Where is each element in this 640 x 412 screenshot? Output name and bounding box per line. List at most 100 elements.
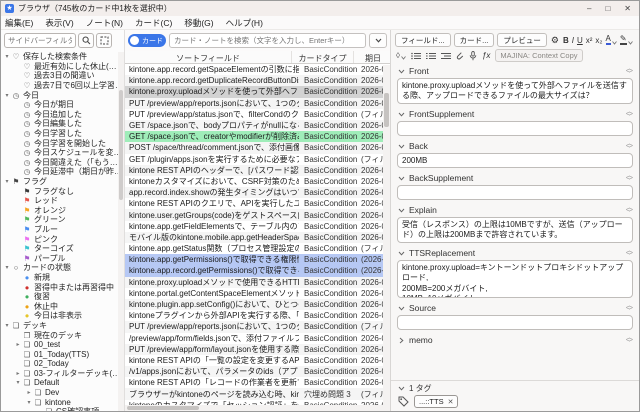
table-row[interactable]: PUT /preview/app/form/layout.jsonを使用する際、… xyxy=(125,343,390,355)
attach-button[interactable] xyxy=(456,51,464,61)
html-editor-toggle-icon[interactable]: <> xyxy=(626,175,633,182)
sidebar-item[interactable]: ▾ ○ カードの状態 xyxy=(1,263,124,273)
table-row[interactable]: app.record.index.showの発生タイミングはいつですか？ また、… xyxy=(125,187,390,199)
tag-pill[interactable]: ...::TTS ✕ xyxy=(414,395,459,408)
html-editor-toggle-icon[interactable]: <> xyxy=(626,305,633,312)
menu-item[interactable]: カード(C) xyxy=(135,17,172,29)
column-header-card-type[interactable]: カードタイプ xyxy=(292,51,354,63)
cards-notes-toggle[interactable]: カード xyxy=(128,34,166,47)
ordered-list-button[interactable] xyxy=(425,52,436,60)
table-row[interactable]: kintone.proxy.uploadメソッドで使用できるHTTPメソッドは？… xyxy=(125,276,390,288)
italic-button[interactable]: I xyxy=(572,36,574,45)
expand-arrow-icon[interactable]: ▸ xyxy=(14,341,22,348)
collapse-arrow-icon[interactable]: ▾ xyxy=(14,379,22,386)
table-row[interactable]: POST /space/thread/comment.jsonで、添付画像のwi… xyxy=(125,142,390,154)
highlight-color-button[interactable]: ✎ xyxy=(619,35,633,45)
field-header-BackSupplement[interactable]: BackSupplement <> xyxy=(391,171,639,185)
equation-button[interactable]: ƒx xyxy=(482,51,490,60)
html-editor-toggle-icon[interactable]: <> xyxy=(626,207,633,214)
majina-context-copy-button[interactable]: MAJINA: Context Copy xyxy=(495,49,583,62)
table-row[interactable]: kintone.portal.getContentSpaceElementメソッ… xyxy=(125,288,390,299)
superscript-button[interactable]: x² xyxy=(586,36,593,45)
preview-button[interactable]: プレビュー xyxy=(497,33,547,47)
indent-button[interactable] xyxy=(440,52,451,60)
sidebar-item[interactable]: ⚑ グリーン xyxy=(1,215,124,225)
html-editor-toggle-icon[interactable]: <> xyxy=(626,111,633,118)
field-input-BackSupplement[interactable] xyxy=(397,185,633,200)
field-input-Source[interactable] xyxy=(397,315,633,330)
menu-item[interactable]: 表示(V) xyxy=(45,17,73,29)
remove-formatting-button[interactable]: ◊ xyxy=(396,51,406,60)
table-row[interactable]: kintone.app.getStatus関数（プロセス管理設定の取得）にある B… xyxy=(125,243,390,254)
html-editor-toggle-icon[interactable]: <> xyxy=(626,250,633,257)
field-input-TTSReplacement[interactable]: kintone.proxy.upload=キントーンドットプロキシドットアップロ… xyxy=(397,260,633,298)
sidebar-search-button[interactable] xyxy=(78,33,94,48)
table-row[interactable]: kintone.plugin.app.setConfig()において、ひとつの値… xyxy=(125,298,390,311)
table-row[interactable]: kintone.app.getFieldElementsで、テーブル内のフィール… xyxy=(125,221,390,232)
field-input-Back[interactable]: 200MB xyxy=(397,153,633,168)
underline-button[interactable]: U xyxy=(577,36,583,45)
table-horizontal-scrollbar[interactable] xyxy=(125,405,390,411)
field-input-Front[interactable]: kintone.proxy.uploadメソッドを使って外部へファイルを送信する… xyxy=(397,78,633,104)
html-editor-toggle-icon[interactable]: <> xyxy=(626,68,633,75)
table-row[interactable]: kintone REST APIのヘッダーで、[パスワード認証]の「値」は何を入… xyxy=(125,164,390,176)
fields-button[interactable]: フィールド... xyxy=(395,33,451,47)
menu-item[interactable]: 移動(G) xyxy=(184,17,213,29)
sidebar-item[interactable]: ◷ 今日延滞中（期日が昨日... xyxy=(1,167,124,177)
close-button[interactable]: ✕ xyxy=(624,4,631,14)
tag-section-header[interactable]: 1 タグ xyxy=(391,381,639,394)
html-editor-toggle-icon[interactable]: <> xyxy=(626,143,633,150)
table-row[interactable]: GET /plugin/apps.jsonを実行するために必要なアクセス権は？ B… xyxy=(125,154,390,165)
table-row[interactable]: kintone.app.record.getDuplicateRecordBut… xyxy=(125,75,390,87)
sidebar-item[interactable]: ♡過去7日で6回以上学習して... xyxy=(1,81,124,91)
sidebar-item[interactable]: ⚑ ブルー xyxy=(1,225,124,235)
collapse-arrow-icon[interactable]: ▾ xyxy=(3,322,11,329)
table-vertical-scrollbar[interactable] xyxy=(383,65,390,405)
menu-item[interactable]: ノート(N) xyxy=(86,17,123,29)
sidebar-item[interactable]: ▸ ❏ Dev xyxy=(1,388,124,398)
table-row[interactable]: kintone.app.record.getPermissions()で取得でき… xyxy=(125,265,390,277)
sidebar-item[interactable]: ▸❏03-フィルターデッキ(追加学習) xyxy=(1,369,124,379)
field-header-Front[interactable]: Front <> xyxy=(391,64,639,78)
record-audio-button[interactable] xyxy=(469,50,477,61)
expand-arrow-icon[interactable]: ▸ xyxy=(25,389,33,396)
bold-button[interactable]: B xyxy=(563,36,569,45)
sidebar-item[interactable]: ▾ ❏ Default xyxy=(1,378,124,388)
sidebar-item[interactable]: ⚑ フラグなし xyxy=(1,186,124,196)
table-row[interactable]: ブラウザーがkintoneのページを読み込む時、kintone本体のJavaS 穴… xyxy=(125,388,390,400)
unordered-list-button[interactable] xyxy=(411,52,421,60)
table-row[interactable]: kintone.proxy.uploadメソッドを使って外部へファイルを送信する… xyxy=(125,86,390,98)
column-header-due[interactable]: 期日 xyxy=(354,51,390,63)
table-row[interactable]: kintone.user.getGroups(code)をゲストスペース内で実行… xyxy=(125,209,390,221)
sidebar-item[interactable]: ❏ 01_Today(TTS) xyxy=(1,349,124,359)
table-row[interactable]: GET /space.jsonで、creatorやmodifierが削除済みユー… xyxy=(125,131,390,143)
table-row[interactable]: kintoneカスタマイズにおいて、CSRF対策のためにリクエストに含め Basi… xyxy=(125,176,390,187)
sidebar-select-mode-button[interactable] xyxy=(96,33,112,48)
table-row[interactable]: モバイル版のkintone.mobile.app.getHeaderSpaceE… xyxy=(125,231,390,243)
table-row[interactable]: kintone.app.record.getSpaceElementの引数に指定… xyxy=(125,64,390,75)
table-row[interactable]: GET /space.jsonで、bodyプロパティがnullになるのはどのよう… xyxy=(125,119,390,132)
html-editor-toggle-icon[interactable]: <> xyxy=(626,337,633,344)
maximize-button[interactable]: □ xyxy=(605,4,610,14)
sidebar-filter-input[interactable] xyxy=(4,33,76,48)
sidebar-item[interactable]: ▸ ❏ 00_test xyxy=(1,340,124,350)
sidebar-item[interactable]: ● 習得中または再習得中 xyxy=(1,282,124,292)
subscript-button[interactable]: x₂ xyxy=(595,36,602,45)
cards-button[interactable]: カード... xyxy=(453,33,495,47)
field-input-Explain[interactable]: 受信（レスポンス）の上限は10MBですが、送信（アップロード）の上限は200MB… xyxy=(397,217,633,243)
menu-item[interactable]: 編集(E) xyxy=(5,17,33,29)
collapse-arrow-icon[interactable]: ▾ xyxy=(3,178,11,185)
sidebar-item[interactable]: ● 復習 xyxy=(1,292,124,302)
table-row[interactable]: kintoneプラグインから外部APIを実行する際、「設定画面で保存し Basic… xyxy=(125,310,390,321)
text-color-button[interactable]: A xyxy=(605,35,617,45)
sidebar-item[interactable]: ❐ 現在のデッキ xyxy=(1,330,124,340)
field-header-Explain[interactable]: Explain <> xyxy=(391,203,639,217)
collapse-arrow-icon[interactable]: ▾ xyxy=(3,53,11,60)
sidebar-scrollbar[interactable] xyxy=(118,52,124,411)
field-header-Back[interactable]: Back <> xyxy=(391,139,639,153)
sidebar-item[interactable]: ❏CS確認事項 xyxy=(1,407,124,411)
minimize-button[interactable]: – xyxy=(587,4,591,14)
table-row[interactable]: kintone.app.getPermissions()で取得できる権限情報は具… xyxy=(125,254,390,266)
editor-settings-gear-icon[interactable]: ⚙ xyxy=(551,35,559,46)
table-row[interactable]: PUT /preview/app/reports.jsonにおいて、1つのグラフ… xyxy=(125,321,390,333)
